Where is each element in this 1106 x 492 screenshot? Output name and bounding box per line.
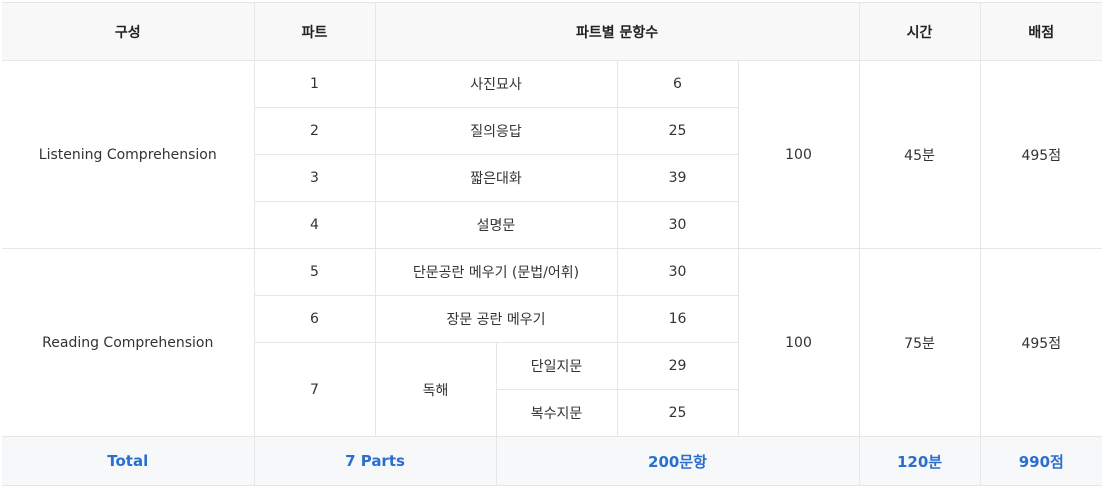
part-number: 7 bbox=[254, 342, 376, 437]
part-count: 6 bbox=[616, 60, 739, 108]
part-name: 독해 bbox=[374, 342, 497, 437]
part-count: 30 bbox=[616, 201, 738, 249]
table-row: Listening Comprehension 1 사진묘사 6 100 45분… bbox=[2, 60, 1103, 249]
toeic-structure-table: 구성 파트 파트별 문항수 시간 배점 Listening Comprehens… bbox=[2, 2, 1103, 486]
part-number: 3 bbox=[254, 154, 376, 202]
listening-score: 495점 bbox=[979, 60, 1103, 249]
sub-part-name: 복수지문 bbox=[496, 389, 618, 437]
sub-part-count: 29 bbox=[616, 342, 738, 390]
reading-total-items: 100 bbox=[737, 248, 860, 437]
header-score: 배점 bbox=[979, 2, 1103, 61]
header-composition: 구성 bbox=[2, 2, 255, 61]
part-name: 사진묘사 bbox=[374, 60, 618, 108]
listening-total-items: 100 bbox=[737, 60, 860, 249]
part-count: 30 bbox=[616, 248, 739, 296]
sub-part-name: 단일지문 bbox=[495, 342, 618, 390]
part-count: 16 bbox=[616, 295, 738, 343]
part-name: 설명문 bbox=[374, 201, 618, 249]
part-name: 단문공란 메우기 (문법/어휘) bbox=[374, 248, 618, 296]
total-score: 990점 bbox=[979, 436, 1103, 486]
table-row: Reading Comprehension 5 단문공란 메우기 (문법/어휘)… bbox=[2, 248, 1103, 437]
part-count: 39 bbox=[616, 154, 738, 202]
part-number: 5 bbox=[253, 248, 376, 296]
part-number: 2 bbox=[254, 107, 376, 155]
total-label: Total bbox=[2, 436, 255, 486]
part-name: 질의응답 bbox=[374, 107, 618, 155]
total-time: 120분 bbox=[858, 436, 981, 486]
header-time: 시간 bbox=[858, 2, 981, 61]
total-row: Total 7 Parts 200문항 120분 990점 bbox=[2, 436, 1103, 486]
sub-part-count: 25 bbox=[616, 389, 738, 437]
toeic-structure-table-wrapper: 구성 파트 파트별 문항수 시간 배점 Listening Comprehens… bbox=[2, 2, 1103, 486]
header-part: 파트 bbox=[253, 2, 376, 61]
reading-score: 495점 bbox=[979, 248, 1103, 437]
header-row: 구성 파트 파트별 문항수 시간 배점 bbox=[2, 2, 1103, 61]
part-number: 6 bbox=[254, 295, 376, 343]
reading-time: 75분 bbox=[858, 248, 981, 437]
part-number: 4 bbox=[254, 201, 376, 249]
part-count: 25 bbox=[616, 107, 738, 155]
part-number: 1 bbox=[253, 60, 376, 108]
section-reading: Reading Comprehension bbox=[2, 248, 255, 437]
section-listening: Listening Comprehension bbox=[2, 60, 255, 249]
total-parts: 7 Parts bbox=[253, 436, 497, 486]
listening-time: 45분 bbox=[858, 60, 981, 249]
header-items-per-part: 파트별 문항수 bbox=[374, 2, 860, 61]
total-items: 200문항 bbox=[495, 436, 860, 486]
part-name: 짧은대화 bbox=[374, 154, 618, 202]
part-name: 장문 공란 메우기 bbox=[374, 295, 618, 343]
